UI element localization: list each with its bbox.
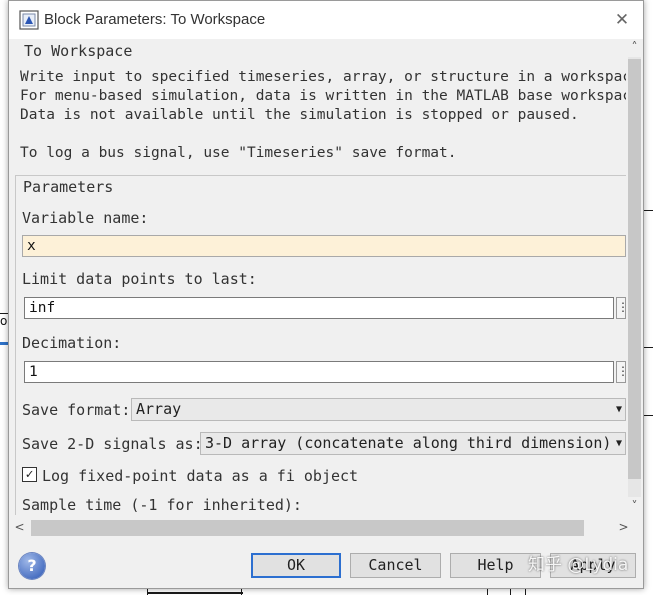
dialog-title: Block Parameters: To Workspace (44, 11, 266, 28)
block-parameters-dialog: Block Parameters: To Workspace ✕ To Work… (8, 0, 644, 589)
help-question-icon[interactable]: ? (19, 553, 45, 579)
simulink-block-icon (19, 10, 39, 30)
decimation-label: Decimation: (22, 334, 122, 352)
parameters-scroll-area: To Workspace Write input to specified ti… (9, 39, 643, 515)
canvas-fragment-label: o (0, 314, 8, 328)
decimation-options-button[interactable]: ⋮ (616, 361, 629, 383)
scroll-up-icon[interactable]: ˄ (626, 39, 643, 56)
vertical-scroll-thumb[interactable] (628, 59, 641, 479)
vertical-scrollbar[interactable]: ˄ ˅ (626, 39, 643, 515)
log-fixed-point-label: Log fixed-point data as a fi object (42, 467, 359, 485)
scroll-down-icon[interactable]: ˅ (626, 498, 643, 515)
save-format-value: Array (136, 400, 182, 418)
save-format-dropdown[interactable]: Array ▼ (131, 398, 626, 421)
ok-button[interactable]: OK (251, 553, 341, 578)
description-line: To log a bus signal, use "Timeseries" sa… (20, 145, 457, 161)
limit-data-points-options-button[interactable]: ⋮ (616, 297, 629, 319)
limit-data-points-input[interactable]: inf (24, 297, 614, 319)
canvas-line (525, 589, 526, 595)
canvas-block-edge (147, 592, 243, 594)
decimation-input[interactable]: 1 (24, 361, 614, 383)
canvas-line (510, 589, 511, 595)
chevron-down-icon: ▼ (615, 438, 622, 449)
block-name-heading: To Workspace (24, 42, 133, 60)
description-line: Data is not available until the simulati… (20, 107, 579, 123)
log-fixed-point-checkbox[interactable]: ✓ (22, 467, 37, 482)
canvas-block-edge (241, 589, 242, 595)
limit-data-points-label: Limit data points to last: (22, 270, 257, 288)
title-bar[interactable]: Block Parameters: To Workspace ✕ (9, 1, 643, 39)
canvas-line (0, 342, 8, 345)
watermark-text: 知乎 @Lydia (528, 555, 629, 575)
cancel-button[interactable]: Cancel (350, 553, 441, 578)
canvas-line (487, 589, 488, 595)
chevron-down-icon: ▼ (615, 404, 622, 415)
variable-name-label: Variable name: (22, 209, 149, 227)
description-line: For menu-based simulation, data is writt… (20, 88, 640, 104)
canvas-line (644, 210, 653, 211)
variable-name-input[interactable]: x (22, 235, 626, 257)
sample-time-label: Sample time (-1 for inherited): (22, 496, 302, 514)
scroll-right-icon[interactable]: > (615, 519, 632, 536)
horizontal-scrollbar[interactable]: < > (9, 515, 629, 541)
save-2d-signals-label: Save 2-D signals as: (22, 435, 203, 453)
canvas-line (644, 347, 653, 348)
save-format-label: Save format: (22, 401, 131, 419)
parameters-legend: Parameters (23, 178, 117, 196)
close-icon[interactable]: ✕ (611, 9, 633, 31)
canvas-line (644, 415, 653, 416)
save-2d-signals-dropdown[interactable]: 3-D array (concatenate along third dimen… (200, 432, 626, 455)
description-line: Write input to specified timeseries, arr… (20, 69, 640, 85)
horizontal-scroll-thumb[interactable] (31, 520, 584, 536)
scroll-left-icon[interactable]: < (11, 519, 28, 536)
save-2d-signals-value: 3-D array (concatenate along third dimen… (205, 434, 612, 452)
